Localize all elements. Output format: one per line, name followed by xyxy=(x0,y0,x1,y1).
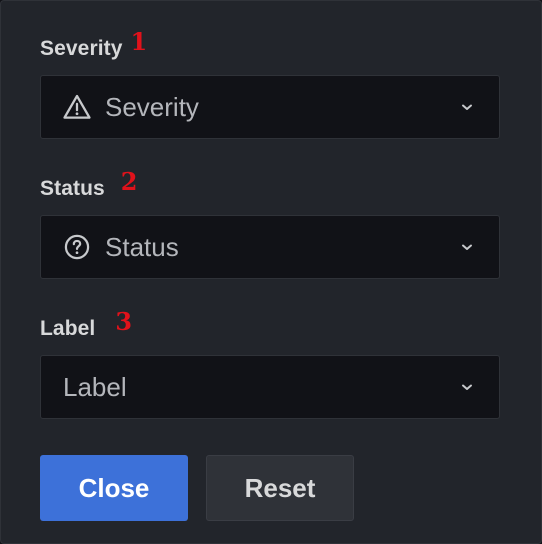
status-label: Status xyxy=(40,177,105,200)
label-select[interactable]: Label xyxy=(40,355,500,419)
close-button[interactable]: Close xyxy=(40,455,188,521)
label-label: Label xyxy=(40,317,96,340)
status-placeholder: Status xyxy=(105,231,179,262)
status-field: Status 2 Status xyxy=(40,170,500,279)
label-field: Label 3 Label xyxy=(40,310,500,419)
severity-placeholder: Severity xyxy=(105,91,199,122)
annotation-number-2: 2 xyxy=(120,167,138,196)
annotation-number-1: 1 xyxy=(130,27,148,56)
label-label-row: Label 3 xyxy=(40,310,500,345)
filter-panel: Severity 1 Severity Status 2 Status Labe… xyxy=(0,0,542,544)
warning-triangle-icon xyxy=(61,91,93,123)
severity-label-row: Severity 1 xyxy=(40,30,500,65)
reset-button[interactable]: Reset xyxy=(206,455,354,521)
status-select[interactable]: Status xyxy=(40,215,500,279)
chevron-down-icon xyxy=(457,97,477,117)
chevron-down-icon xyxy=(457,377,477,397)
severity-label: Severity xyxy=(40,37,123,60)
label-placeholder: Label xyxy=(63,371,127,402)
severity-field: Severity 1 Severity xyxy=(40,30,500,139)
annotation-number-3: 3 xyxy=(115,307,133,336)
chevron-down-icon xyxy=(457,237,477,257)
severity-select[interactable]: Severity xyxy=(40,75,500,139)
status-label-row: Status 2 xyxy=(40,170,500,205)
question-circle-icon xyxy=(61,231,93,263)
